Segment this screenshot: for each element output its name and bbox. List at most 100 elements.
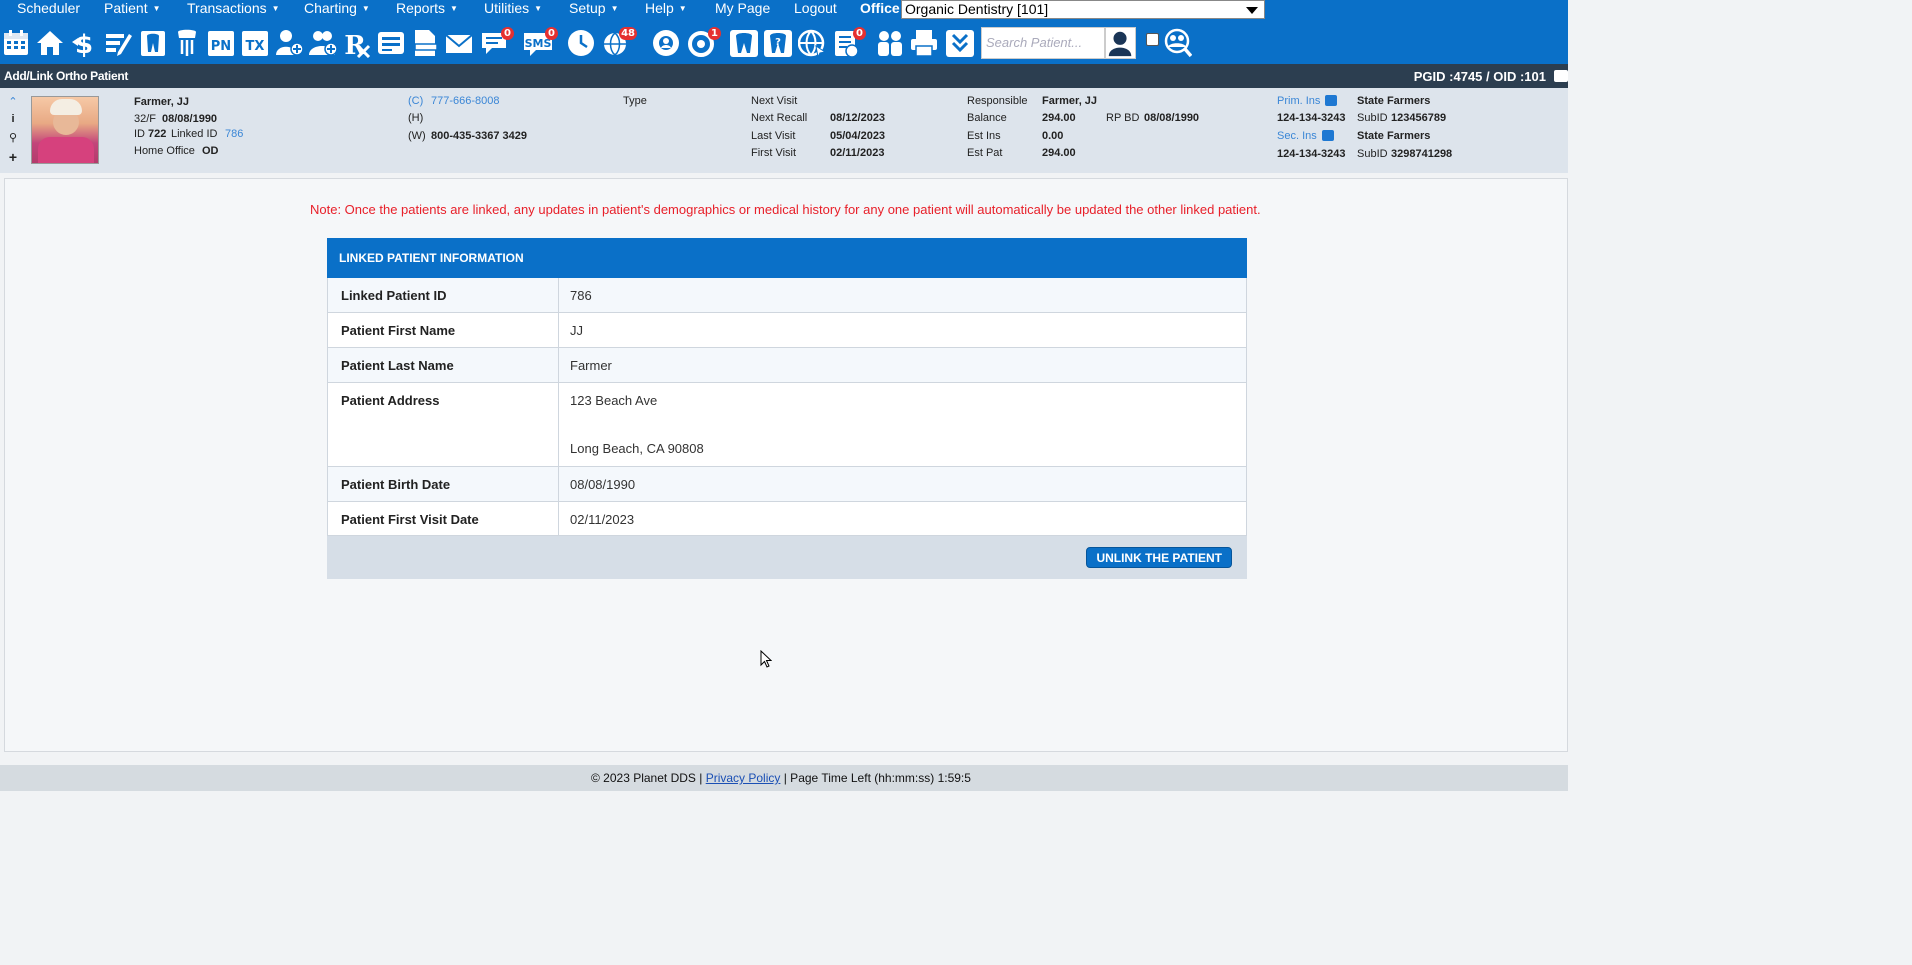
table-row: Patient First Name JJ [327, 313, 1247, 348]
search-patient-input[interactable]: Search Patient... [981, 27, 1105, 59]
phone-h-label: (H) [408, 112, 424, 124]
svg-text:?: ? [775, 37, 781, 48]
menu-help[interactable]: Help ▼ [645, 0, 687, 17]
avatar[interactable] [31, 96, 99, 164]
insurance-edit-icon[interactable] [1325, 95, 1338, 106]
prim-subid-label: SubID [1357, 112, 1388, 124]
caret-down-icon: ▼ [534, 4, 543, 13]
attachment-icon[interactable]: ⚲ [6, 131, 20, 144]
document-icon[interactable] [411, 28, 439, 58]
sms-icon[interactable]: SMS 0 [524, 27, 558, 58]
clock-icon[interactable] [567, 28, 595, 58]
mail-icon[interactable] [445, 28, 473, 58]
privacy-policy-link[interactable]: Privacy Policy [706, 771, 781, 785]
phone-c-link[interactable]: 777-666-8008 [431, 95, 500, 107]
unlink-patient-button[interactable]: UNLINK THE PATIENT [1086, 547, 1232, 568]
patient-name: Farmer, JJ [134, 96, 190, 108]
menu-charting[interactable]: Charting ▼ [304, 0, 370, 17]
calendar-icon[interactable] [2, 28, 30, 58]
table-row: Linked Patient ID 786 [327, 278, 1247, 313]
office-select[interactable]: Organic Dentistry [101] [901, 0, 1265, 19]
caret-down-icon: ▼ [361, 4, 370, 13]
insurance-edit-icon[interactable] [1321, 130, 1334, 141]
menu-my-page[interactable]: My Page [715, 0, 770, 16]
row-label: Linked Patient ID [328, 278, 559, 312]
info-icon[interactable]: i [6, 113, 20, 125]
caret-down-icon: ▼ [450, 4, 458, 13]
tooth-question-icon[interactable]: ? [764, 28, 792, 58]
row-label: Patient First Name [328, 313, 559, 347]
globe-users-badge: 48 [619, 27, 637, 40]
tooth-icon[interactable] [730, 28, 758, 58]
row-label: Patient Address [328, 383, 559, 466]
refresh-icon[interactable]: 1 [687, 27, 721, 58]
page-footer: © 2023 Planet DDS | Privacy Policy | Pag… [0, 765, 1568, 791]
add-icon[interactable]: + [6, 149, 20, 165]
linked-id-label: Linked ID [171, 128, 218, 140]
menu-label: Transactions [187, 0, 267, 16]
row-label: Patient First Visit Date [328, 502, 559, 535]
page-title: Add/Link Ortho Patient [4, 69, 129, 83]
table-row: Patient Address 123 Beach Ave Long Beach… [327, 383, 1247, 467]
home-icon[interactable] [36, 28, 64, 58]
sec-ins-label: Sec. Ins [1277, 130, 1317, 142]
dollar-icon[interactable]: $ [70, 28, 98, 58]
rx-icon[interactable]: R [343, 28, 371, 58]
chevron-down-icon[interactable] [946, 28, 974, 58]
pn-icon[interactable]: PN [207, 28, 235, 58]
family-add-icon[interactable] [309, 28, 337, 58]
chat-icon[interactable]: 0 [480, 27, 514, 58]
last-visit-value: 05/04/2023 [830, 130, 886, 142]
office-label: Office [860, 0, 900, 16]
rp-bd-label: RP BD [1106, 112, 1140, 124]
tooth-chart-icon[interactable] [139, 28, 167, 58]
menu-setup[interactable]: Setup ▼ [569, 0, 619, 17]
implant-icon[interactable] [173, 28, 201, 58]
print-icon[interactable] [1554, 70, 1568, 82]
table-row: Patient Birth Date 08/08/1990 [327, 467, 1247, 502]
notes-icon[interactable] [377, 28, 405, 58]
collapse-icon[interactable]: ⌃ [6, 95, 20, 108]
prim-ins-label: Prim. Ins [1277, 95, 1321, 107]
patient-id-label: ID [134, 128, 145, 140]
sec-subid-value: 3298741298 [1391, 148, 1453, 160]
edit-icon[interactable] [104, 28, 132, 58]
checklist-icon[interactable]: 0 [832, 27, 866, 58]
office-select-value: Organic Dentistry [101] [905, 1, 1049, 17]
add-patient-icon[interactable] [275, 28, 303, 58]
row-value: 786 [570, 288, 592, 303]
search-checkbox[interactable] [1146, 33, 1159, 46]
row-value: 02/11/2023 [570, 512, 635, 527]
menu-logout[interactable]: Logout [794, 0, 837, 16]
row-value: 08/08/1990 [570, 477, 636, 492]
next-visit-label: Next Visit [751, 95, 798, 107]
first-visit-label: First Visit [751, 147, 797, 159]
refresh-badge: 1 [708, 27, 721, 40]
people-icon[interactable] [876, 28, 904, 58]
main-menu-bar: Scheduler Patient ▼ Transactions ▼ Chartin… [0, 0, 1568, 20]
search-placeholder: Search Patient... [986, 35, 1083, 50]
link-note: Note: Once the patients are linked, any … [310, 202, 1261, 217]
web-icon[interactable] [798, 28, 826, 58]
group-search-icon[interactable] [1164, 28, 1192, 58]
support-icon[interactable] [652, 28, 680, 58]
sec-ins-link[interactable]: Sec. Ins [1277, 130, 1334, 142]
menu-scheduler[interactable]: Scheduler [17, 0, 80, 16]
globe-users-icon[interactable]: 48 [603, 27, 637, 58]
linked-id-link[interactable]: 786 [225, 128, 243, 140]
menu-patient[interactable]: Patient ▼ [104, 0, 161, 17]
copyright-text: © 2023 Planet DDS | [591, 771, 703, 785]
tx-icon[interactable]: TX [241, 28, 269, 58]
menu-reports[interactable]: Reports ▼ [396, 0, 458, 17]
printer-icon[interactable] [910, 28, 938, 58]
next-recall-value: 08/12/2023 [830, 112, 886, 124]
page-time-left: | Page Time Left (hh:mm:ss) 1:59:5 [783, 771, 971, 785]
sms-badge: 0 [545, 27, 558, 40]
table-row: Patient First Visit Date 02/11/2023 [327, 502, 1247, 536]
menu-transactions[interactable]: Transactions ▼ [187, 0, 280, 17]
balance-value: 294.00 [1042, 112, 1076, 124]
sec-ins-id: 124-134-3243 [1277, 148, 1346, 160]
menu-utilities[interactable]: Utilities ▼ [484, 0, 542, 17]
patient-search-button[interactable] [1105, 27, 1136, 59]
prim-ins-link[interactable]: Prim. Ins [1277, 95, 1338, 107]
